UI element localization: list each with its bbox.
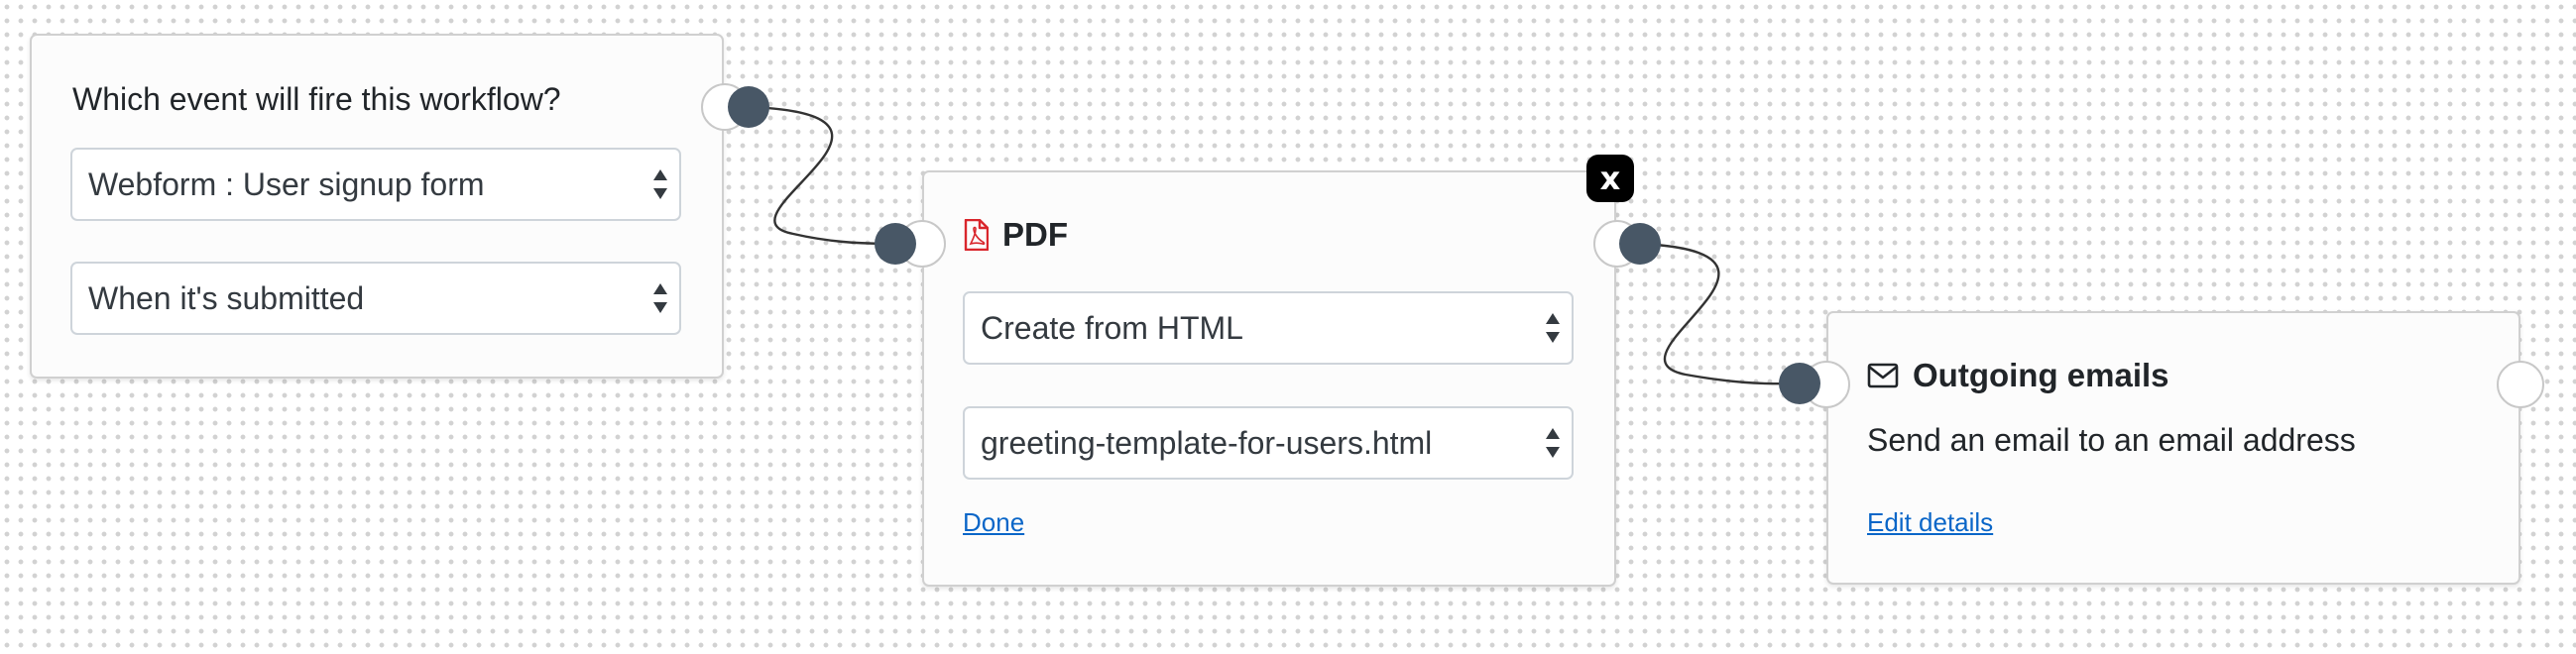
trigger-output-connector-dot[interactable] (728, 86, 769, 128)
when-select[interactable]: When it's submitted (70, 262, 681, 335)
when-select-value: When it's submitted (88, 279, 365, 316)
pdf-mode-select[interactable]: Create from HTML (963, 291, 1574, 365)
edit-details-link[interactable]: Edit details (1867, 507, 1993, 538)
done-link[interactable]: Done (963, 507, 1024, 538)
email-title: Outgoing emails (1913, 357, 2169, 393)
remove-pdf-node-button[interactable]: x (1586, 155, 1634, 202)
file-pdf-icon (963, 219, 989, 251)
event-select[interactable]: Webform : User signup form (70, 148, 681, 221)
email-header: Outgoing emails (1867, 357, 2169, 394)
email-output-port[interactable] (2497, 361, 2544, 408)
select-arrows-icon (1544, 426, 1562, 460)
connection-trigger-to-pdf (748, 105, 896, 246)
pdf-title: PDF (1002, 216, 1068, 253)
email-input-connector-dot[interactable] (1779, 363, 1820, 404)
pdf-header: PDF (963, 216, 1068, 254)
template-value: greeting-template-for-users.html (981, 424, 1433, 461)
select-arrows-icon (651, 167, 669, 201)
email-description: Send an email to an email address (1867, 422, 2356, 458)
trigger-title: Which event will fire this workflow? (72, 81, 561, 117)
pdf-node: PDF Create from HTML greeting-template-f… (922, 170, 1616, 587)
email-node: Outgoing emails Send an email to an emai… (1826, 311, 2520, 585)
connection-pdf-to-email (1639, 242, 1801, 385)
pdf-mode-value: Create from HTML (981, 309, 1243, 346)
template-select[interactable]: greeting-template-for-users.html (963, 406, 1574, 480)
select-arrows-icon (1544, 311, 1562, 345)
pdf-output-connector-dot[interactable] (1619, 223, 1661, 265)
pdf-input-connector-dot[interactable] (875, 223, 916, 265)
select-arrows-icon (651, 281, 669, 315)
event-select-value: Webform : User signup form (88, 165, 485, 202)
trigger-node: Which event will fire this workflow? Web… (30, 34, 724, 379)
envelope-icon (1867, 363, 1899, 388)
